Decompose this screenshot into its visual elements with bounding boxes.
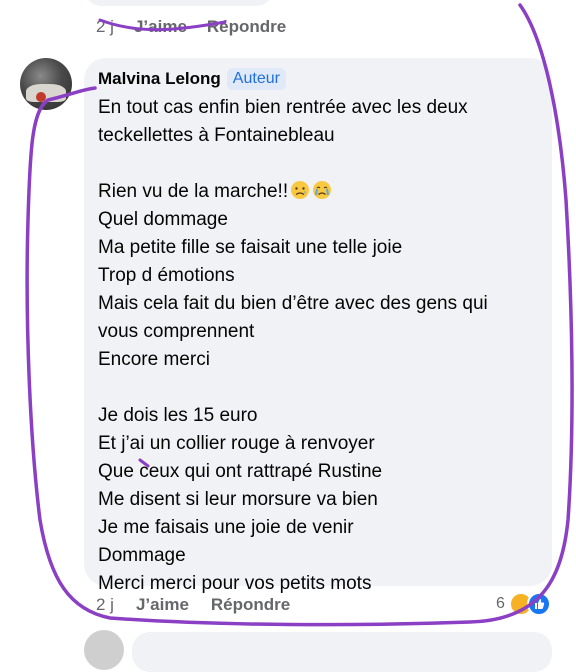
comment-text: En tout cas enfin bien rentrée avec les … (98, 94, 546, 598)
comment-blank-line (98, 374, 546, 402)
like-reaction-icon (526, 592, 551, 616)
comment-line-with-emoji: Rien vu de la marche!! (98, 178, 546, 206)
comment-bubble: Malvina Lelong Auteur En tout cas enfin … (84, 58, 552, 594)
crying-face-icon (313, 181, 332, 199)
author-avatar[interactable] (20, 58, 72, 110)
previous-comment-actions: 2 j J’aime Répondre (96, 14, 286, 40)
comment-line: Trop d émotions (98, 265, 235, 286)
avatar-photo-accent (36, 92, 46, 102)
reaction-summary[interactable]: 6 (496, 592, 557, 616)
comment-actions: 2 j J’aime Répondre (96, 592, 290, 618)
comment-line: Encore merci (98, 349, 210, 370)
reaction-icons (508, 592, 557, 616)
author-name[interactable]: Malvina Lelong (98, 69, 221, 89)
comment-line: Dommage (98, 545, 186, 566)
next-comment-bubble (132, 632, 552, 672)
like-button[interactable]: J’aime (136, 595, 189, 615)
sad-relieved-face-icon (291, 181, 310, 199)
comment-line: Et j’ai un collier rouge à renvoyer (98, 433, 375, 454)
previous-comment-time[interactable]: 2 j (96, 17, 114, 37)
comment-blank-line (98, 150, 546, 178)
comment-line: Je me faisais une joie de venir (98, 517, 354, 538)
reaction-count: 6 (496, 595, 505, 612)
comment-line: teckellettes à Fontainebleau (98, 125, 335, 146)
reply-button[interactable]: Répondre (211, 595, 290, 615)
previous-comment-bubble (84, 0, 274, 6)
comment-line: Mais cela fait du bien d’être avec des g… (98, 293, 488, 314)
comment-line: Rien vu de la marche!! (98, 181, 289, 202)
comment-line: Me disent si leur morsure va bien (98, 489, 378, 510)
comment-line: Ma petite fille se faisait une telle joi… (98, 237, 403, 258)
comment-line: Quel dommage (98, 209, 228, 230)
comment-line: Que ceux qui ont rattrapé Rustine (98, 461, 383, 482)
next-comment-avatar[interactable] (84, 630, 124, 670)
previous-reply-button[interactable]: Répondre (207, 17, 286, 37)
avatar-photo-detail (26, 84, 66, 102)
thumbs-up-icon (534, 599, 545, 609)
comment-header: Malvina Lelong Auteur (98, 68, 286, 90)
author-badge: Auteur (226, 68, 286, 90)
comment-line: En tout cas enfin bien rentrée avec les … (98, 97, 468, 118)
comment-line: vous comprennent (98, 321, 255, 342)
comment-line: Je dois les 15 euro (98, 405, 258, 426)
previous-like-button[interactable]: J’aime (134, 17, 187, 37)
comment-time[interactable]: 2 j (96, 595, 114, 615)
